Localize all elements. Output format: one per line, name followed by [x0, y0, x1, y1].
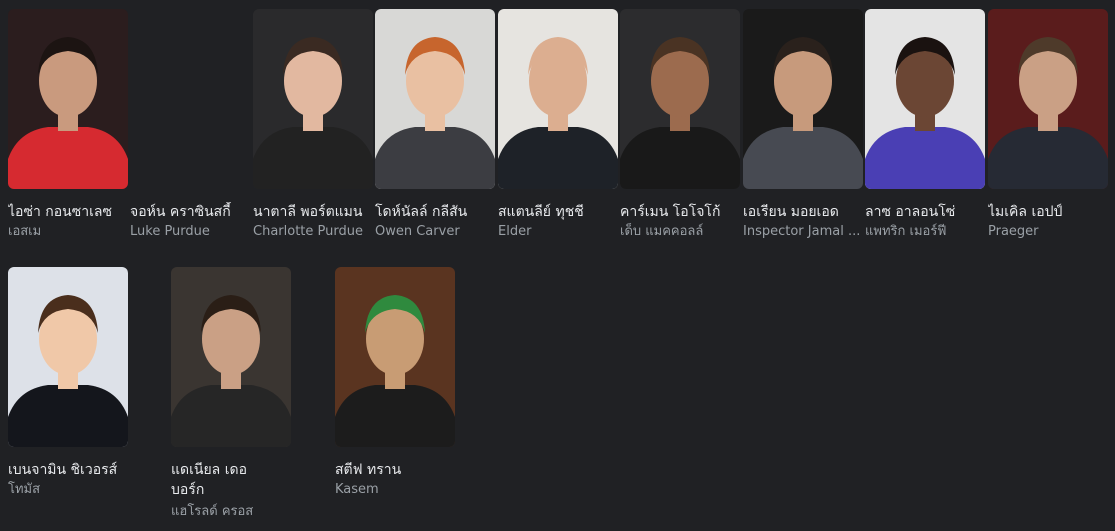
- actor-photo[interactable]: [743, 9, 863, 189]
- role-name: Owen Carver: [375, 224, 460, 239]
- role-name: Charlotte Purdue: [253, 224, 363, 239]
- actor-name[interactable]: สแตนลีย์ ทุชชี: [498, 202, 620, 222]
- role-name: Praeger: [988, 224, 1039, 239]
- actor-name[interactable]: คาร์เมน โอโจโก้: [620, 202, 742, 222]
- portrait-image: [8, 9, 128, 189]
- actor-name[interactable]: โดห์นัลล์ กลีสัน: [375, 202, 497, 222]
- portrait-image: [171, 267, 291, 447]
- actor-photo[interactable]: [171, 267, 291, 447]
- actor-photo[interactable]: [498, 9, 618, 189]
- role-name: เด็บ แมคคอลล์: [620, 224, 704, 239]
- portrait-image: [335, 267, 455, 447]
- role-name: แพทริก เมอร์ฟี: [865, 224, 947, 239]
- actor-photo[interactable]: [8, 267, 128, 447]
- actor-name[interactable]: สตีฟ ทราน: [335, 460, 457, 480]
- portrait-image: [865, 9, 985, 189]
- actor-photo[interactable]: [253, 9, 373, 189]
- actor-name[interactable]: แดเนียล เดอ บอร์ก: [171, 460, 271, 500]
- actor-name[interactable]: ไอซ่า กอนซาเลซ: [8, 202, 130, 222]
- portrait-image: [375, 9, 495, 189]
- actor-name[interactable]: เบนจามิน ชิเวอรส์: [8, 460, 130, 480]
- portrait-image: [8, 267, 128, 447]
- actor-photo-placeholder[interactable]: [130, 9, 250, 189]
- actor-photo[interactable]: [865, 9, 985, 189]
- role-name: เอสเม: [8, 224, 42, 239]
- actor-photo[interactable]: [8, 9, 128, 189]
- cast-grid: ไอซ่า กอนซาเลซ เอสเม จอห์น คราซินสกี้ Lu…: [0, 0, 1115, 531]
- actor-name[interactable]: ไมเคิล เอปป์: [988, 202, 1110, 222]
- role-name: แฮโรลด์ ครอส: [171, 504, 254, 519]
- actor-name[interactable]: ลาซ อาลอนโซ่: [865, 202, 987, 222]
- actor-photo[interactable]: [375, 9, 495, 189]
- role-name: Inspector Jamal ...: [743, 224, 861, 239]
- actor-photo[interactable]: [988, 9, 1108, 189]
- role-name: Elder: [498, 224, 532, 239]
- portrait-image: [743, 9, 863, 189]
- portrait-image: [498, 9, 618, 189]
- actor-name[interactable]: เอเรียน มอยเอด: [743, 202, 865, 222]
- role-name: Luke Purdue: [130, 224, 210, 239]
- role-name: โทมัส: [8, 482, 41, 497]
- portrait-image: [988, 9, 1108, 189]
- actor-photo[interactable]: [335, 267, 455, 447]
- portrait-image: [253, 9, 373, 189]
- actor-name[interactable]: จอห์น คราซินสกี้: [130, 202, 252, 222]
- portrait-image: [620, 9, 740, 189]
- actor-photo[interactable]: [620, 9, 740, 189]
- role-name: Kasem: [335, 482, 379, 497]
- actor-name[interactable]: นาตาลี พอร์ตแมน: [253, 202, 375, 222]
